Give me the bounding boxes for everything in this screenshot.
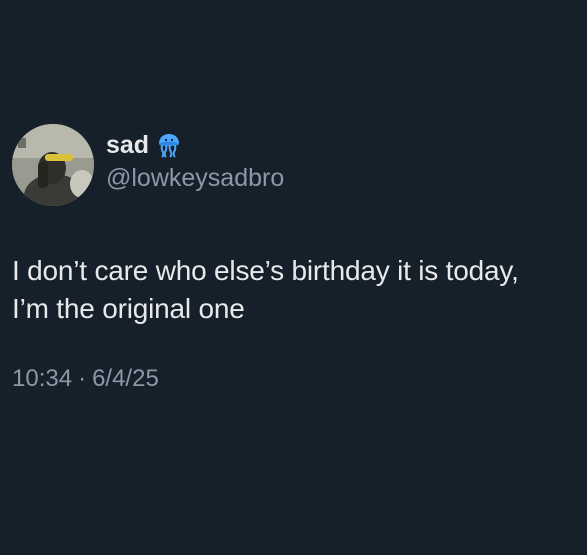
meta-separator: · [78, 365, 87, 392]
author-names: sad @lowkeysadbro [106, 130, 284, 194]
tweet-text: I don’t care who else’s birthday it is t… [12, 252, 577, 328]
tweet-timestamp[interactable]: 10:34 · 6/4/25 [12, 364, 577, 394]
jellyfish-emoji-icon [156, 132, 182, 158]
user-handle[interactable]: @lowkeysadbro [106, 162, 284, 194]
tweet-date: 6/4/25 [92, 365, 159, 392]
avatar-photo [12, 124, 94, 206]
display-name-row: sad [106, 130, 284, 160]
tweet-text-line-1: I don’t care who else’s birthday it is t… [12, 255, 519, 286]
tweet-text-line-2: I’m the original one [12, 293, 245, 324]
display-name[interactable]: sad [106, 130, 149, 160]
tweet-time: 10:34 [12, 365, 73, 392]
tweet-header: sad @lowkeysadbro [12, 124, 577, 206]
avatar[interactable] [12, 124, 94, 206]
tweet: sad @lowkeysadbro I don’t care who else’… [12, 124, 577, 394]
